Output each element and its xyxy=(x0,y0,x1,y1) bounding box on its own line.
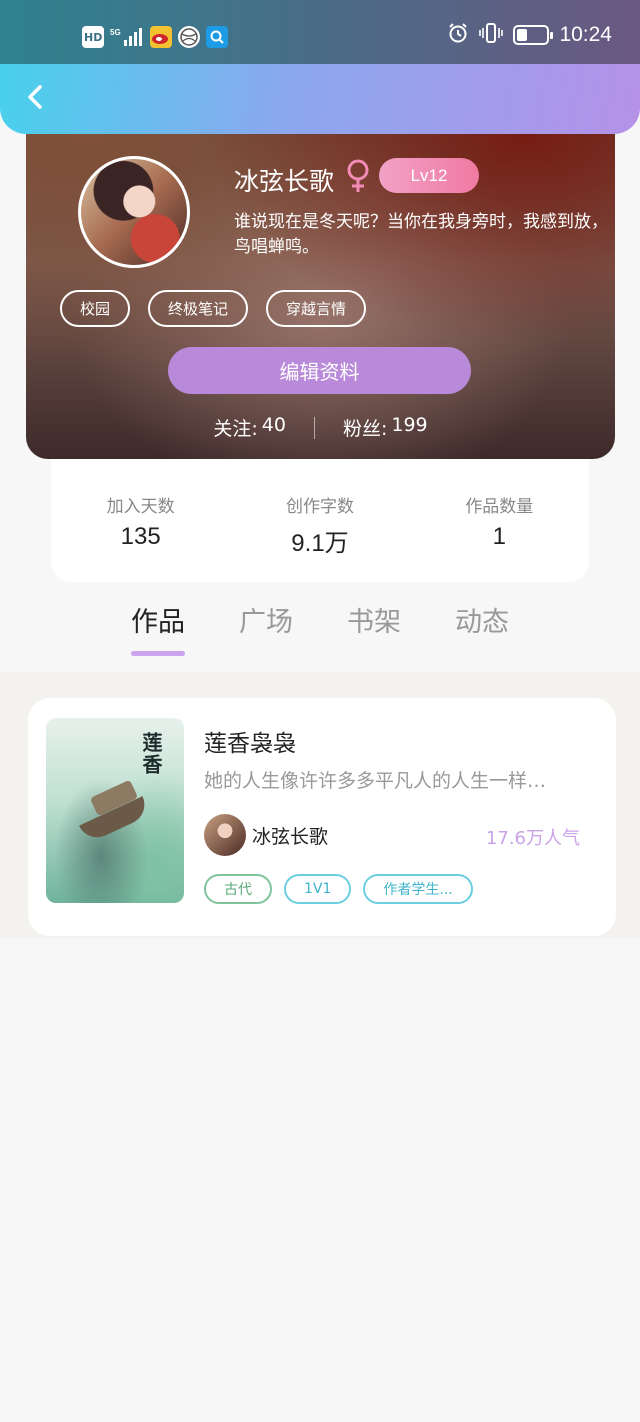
follow-stats: 关注: 40 粉丝: 199 xyxy=(26,414,615,441)
stat-label: 加入天数 xyxy=(106,497,175,517)
level-badge: Lv12 xyxy=(379,158,479,193)
work-card[interactable]: 莲香 莲香袅袅 她的人生像许许多多平凡人的人生一样… 冰弦长歌 17.6万人气 … xyxy=(28,698,616,936)
tab-works[interactable]: 作品 xyxy=(131,600,185,656)
work-tag[interactable]: 作者学生... xyxy=(363,874,473,904)
stat-label: 创作字数 xyxy=(285,497,354,517)
svg-text:5G: 5G xyxy=(110,28,121,37)
stat-value: 135 xyxy=(120,523,161,550)
following-count[interactable]: 关注: 40 xyxy=(213,414,286,441)
following-value: 40 xyxy=(261,414,286,436)
battery-level xyxy=(517,29,528,41)
work-tag[interactable]: 古代 xyxy=(204,874,272,904)
fans-count[interactable]: 粉丝: 199 xyxy=(343,414,428,441)
stats-card: 加入天数 135 创作字数 9.1万 作品数量 1 xyxy=(51,458,589,582)
status-bar-right: 10:24 xyxy=(447,22,612,48)
tab-bookshelf[interactable]: 书架 xyxy=(347,600,401,656)
divider xyxy=(313,416,315,439)
vibrate-icon xyxy=(479,22,504,48)
weibo-icon xyxy=(150,26,173,48)
works-list: 莲香 莲香袅袅 她的人生像许许多多平凡人的人生一样… 冰弦长歌 17.6万人气 … xyxy=(0,672,640,938)
author-name: 冰弦长歌 xyxy=(252,826,329,848)
following-label: 关注: xyxy=(213,418,258,440)
profile-bio: 谁说现在是冬天呢？当你在我身旁时，我感到放，鸟唱蝉鸣。 xyxy=(234,212,608,257)
work-tags: 古代 1V1 作者学生... xyxy=(204,874,473,904)
profile-tag[interactable]: 终极笔记 xyxy=(148,290,249,327)
work-tag[interactable]: 1V1 xyxy=(284,874,352,904)
ball-icon xyxy=(178,26,201,48)
author-avatar xyxy=(204,814,246,856)
profile-card: 冰弦长歌 Lv12 谁说现在是冬天呢？当你在我身旁时，我感到放，鸟唱蝉鸣。 校园… xyxy=(26,100,615,459)
profile-tag[interactable]: 穿越言情 xyxy=(266,290,367,327)
edit-profile-button[interactable]: 编辑资料 xyxy=(168,347,471,394)
search-app-icon xyxy=(206,26,229,48)
stat-value: 9.1万 xyxy=(291,530,349,557)
nickname: 冰弦长歌 xyxy=(234,167,335,196)
signal-icon: 5G xyxy=(110,26,144,48)
book-cover[interactable]: 莲香 xyxy=(46,718,184,903)
battery-icon xyxy=(513,25,554,45)
status-time: 10:24 xyxy=(559,23,612,46)
stat-join-days: 加入天数 135 xyxy=(51,458,230,582)
tab-feed[interactable]: 动态 xyxy=(455,600,509,656)
fans-value: 199 xyxy=(391,414,428,436)
status-bar-left-icons: HD 5G xyxy=(82,26,229,48)
profile-tag[interactable]: 校园 xyxy=(60,290,131,327)
profile-tabs: 作品 广场 书架 动态 xyxy=(0,600,640,670)
popularity-count: 17.6万人气 xyxy=(485,828,580,849)
alarm-icon xyxy=(447,22,469,48)
stat-label: 作品数量 xyxy=(465,497,534,517)
back-button[interactable] xyxy=(18,80,52,114)
hd-icon: HD xyxy=(82,26,105,48)
profile-tags: 校园 终极笔记 穿越言情 xyxy=(60,290,367,327)
fans-label: 粉丝: xyxy=(342,418,388,440)
stat-word-count: 创作字数 9.1万 xyxy=(230,458,409,582)
tab-square[interactable]: 广场 xyxy=(239,600,293,656)
cover-title: 莲香 xyxy=(139,732,163,776)
avatar[interactable] xyxy=(78,156,190,268)
female-gender-icon xyxy=(344,158,372,198)
chevron-left-icon xyxy=(28,85,42,109)
stat-works-count: 作品数量 1 xyxy=(410,458,589,582)
work-title[interactable]: 莲香袅袅 xyxy=(204,724,296,758)
stat-value: 1 xyxy=(492,523,506,550)
work-description: 她的人生像许许多多平凡人的人生一样… xyxy=(204,770,547,792)
